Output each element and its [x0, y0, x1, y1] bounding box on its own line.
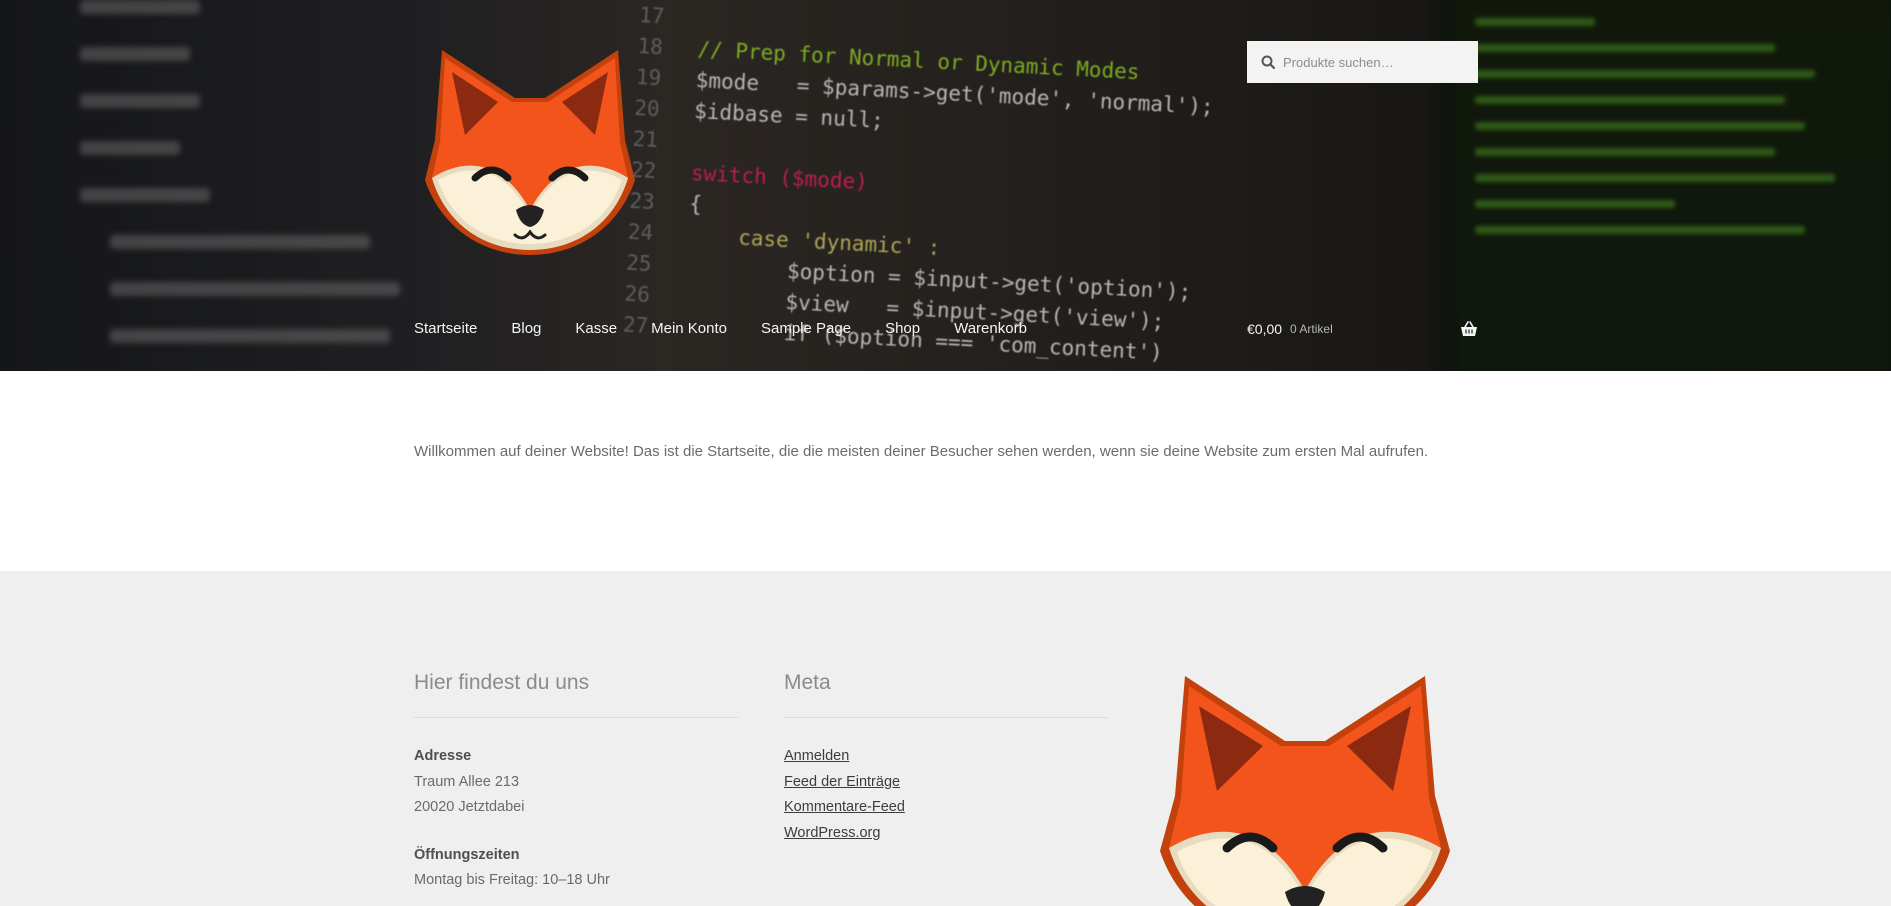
meta-link-wordpress-org[interactable]: WordPress.org — [784, 821, 1108, 847]
basket-icon[interactable] — [1460, 321, 1478, 337]
welcome-text: Willkommen auf deiner Website! Das ist d… — [414, 443, 1429, 460]
cart-count[interactable]: 0 Artikel — [1290, 322, 1333, 336]
widget-title: Hier findest du uns — [414, 671, 738, 718]
widget-location: Hier findest du uns Adresse Traum Allee … — [414, 671, 738, 894]
product-search[interactable] — [1247, 41, 1478, 83]
meta-link-entries-feed[interactable]: Feed der Einträge — [784, 770, 1108, 796]
nav-item-shop[interactable]: Shop — [885, 320, 920, 337]
header-cart[interactable]: €0,00 0 Artikel — [1247, 321, 1478, 337]
site-footer: Hier findest du uns Adresse Traum Allee … — [0, 571, 1891, 906]
hours-line: Montag bis Freitag: 10–18 Uhr — [414, 872, 610, 888]
header-overlay — [0, 0, 1891, 371]
meta-link-comments-feed[interactable]: Kommentare-Feed — [784, 795, 1108, 821]
main-content: Willkommen auf deiner Website! Das ist d… — [0, 371, 1891, 571]
cart-amount[interactable]: €0,00 — [1247, 321, 1282, 337]
address-label: Adresse — [414, 748, 472, 764]
primary-navigation: Startseite Blog Kasse Mein Konto Sample … — [414, 320, 1061, 337]
nav-item-kasse[interactable]: Kasse — [575, 320, 617, 337]
nav-item-mein-konto[interactable]: Mein Konto — [651, 320, 727, 337]
address-line: 20020 Jetztdabei — [414, 799, 525, 815]
widget-title: Meta — [784, 671, 1108, 718]
nav-item-blog[interactable]: Blog — [511, 320, 541, 337]
address-line: Traum Allee 213 — [414, 773, 520, 790]
site-header: 17 18// Prep for Normal or Dynamic Modes 1… — [0, 0, 1891, 371]
meta-link-anmelden[interactable]: Anmelden — [784, 744, 1108, 770]
nav-item-warenkorb[interactable]: Warenkorb — [954, 320, 1027, 337]
fox-logo-icon[interactable] — [420, 50, 640, 260]
widget-body: Anmelden Feed der Einträge Kommentare-Fe… — [784, 744, 1108, 846]
hours-label: Öffnungszeiten — [414, 846, 520, 863]
widget-meta: Meta Anmelden Feed der Einträge Kommenta… — [784, 671, 1108, 846]
search-input[interactable] — [1283, 54, 1473, 70]
widget-body: Adresse Traum Allee 213 20020 Jetztdabei… — [414, 744, 738, 894]
nav-item-startseite[interactable]: Startseite — [414, 320, 477, 337]
search-icon[interactable] — [1261, 55, 1275, 69]
fox-footer-icon — [1160, 676, 1450, 906]
nav-item-sample-page[interactable]: Sample Page — [761, 320, 851, 337]
